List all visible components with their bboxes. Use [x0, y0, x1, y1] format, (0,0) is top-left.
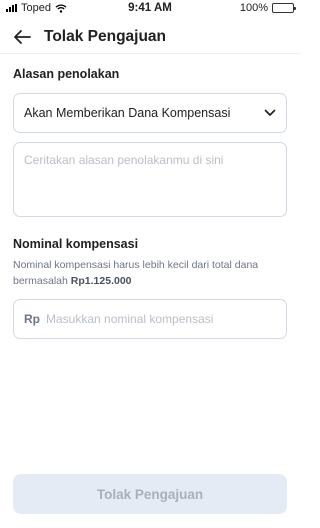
helper-text: Nominal kompensasi harus lebih kecil dar…: [13, 259, 259, 287]
chevron-down-icon: [264, 109, 276, 116]
rejection-reason-dropdown[interactable]: Akan Memberikan Dana Kompensasi: [13, 93, 287, 133]
battery-icon: [272, 3, 296, 13]
compensation-label: Nominal kompensasi: [13, 237, 139, 251]
rejection-reason-label: Alasan penolakan: [13, 67, 120, 81]
rejection-reason-textarea[interactable]: [13, 142, 287, 217]
back-button[interactable]: [2, 20, 42, 54]
compensation-helper-text: Nominal kompensasi harus lebih kecil dar…: [13, 257, 289, 289]
selected-reason: Akan Memberikan Dana Kompensasi: [24, 106, 231, 120]
reject-submit-button[interactable]: Tolak Pengajuan: [13, 474, 287, 514]
currency-prefix: Rp: [24, 312, 40, 326]
arrow-left-icon: [14, 29, 31, 44]
compensation-amount-input[interactable]: [46, 312, 276, 326]
battery-percent: 100%: [239, 2, 268, 14]
status-bar: Toped 9:41 AM 100%: [0, 0, 300, 17]
status-right: 100%: [239, 2, 296, 14]
page-title: Tolak Pengajuan: [44, 27, 167, 45]
compensation-amount-field[interactable]: Rp: [13, 299, 287, 339]
helper-amount: Rp1.125.000: [70, 275, 132, 287]
header: Tolak Pengajuan: [0, 20, 300, 54]
